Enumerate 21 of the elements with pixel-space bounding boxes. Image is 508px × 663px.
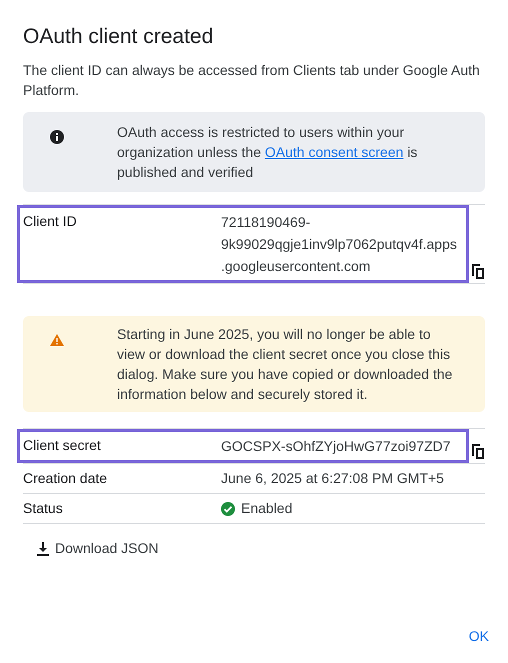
consent-screen-link[interactable]: OAuth consent screen [264, 144, 404, 160]
warning-icon [50, 334, 64, 346]
info-icon [50, 130, 64, 144]
copy-icon[interactable] [471, 443, 485, 459]
download-json-button[interactable]: Download JSON [23, 532, 172, 565]
field-label: Client secret [23, 436, 102, 455]
dialog-title: OAuth client created [23, 24, 214, 50]
ok-button[interactable]: OK [466, 622, 491, 651]
field-value: GOCSPX-sOhfZYjoHwG77zoi97ZD7 [221, 437, 452, 456]
field-label: Client ID [23, 212, 78, 231]
field-label: Creation date [23, 469, 108, 488]
check-circle-icon [221, 502, 235, 516]
copy-icon[interactable] [471, 263, 485, 279]
dialog-description: The client ID can always be accessed from Clients tab under Google Auth Platform. [23, 61, 481, 100]
download-icon [37, 542, 49, 556]
warning-message: Starting in June 2025, you will no longer be able to view or download the client secret once you close this dialog. Make sure you have copied or downloaded the information below and securely stored it. [117, 325, 454, 404]
info-message: OAuth access is restricted to users within your organization unless the OAuth consent screen is published and verified [117, 123, 418, 182]
field-label: Status [23, 499, 64, 518]
field-value: June 6, 2025 at 6:27:08 PM GMT+5 [221, 469, 444, 488]
status-value: Enabled [241, 499, 292, 518]
field-value: 72118190469-9k99029qgje1inv9lp7062putqv4f.apps.googleusercontent.com [221, 213, 457, 276]
